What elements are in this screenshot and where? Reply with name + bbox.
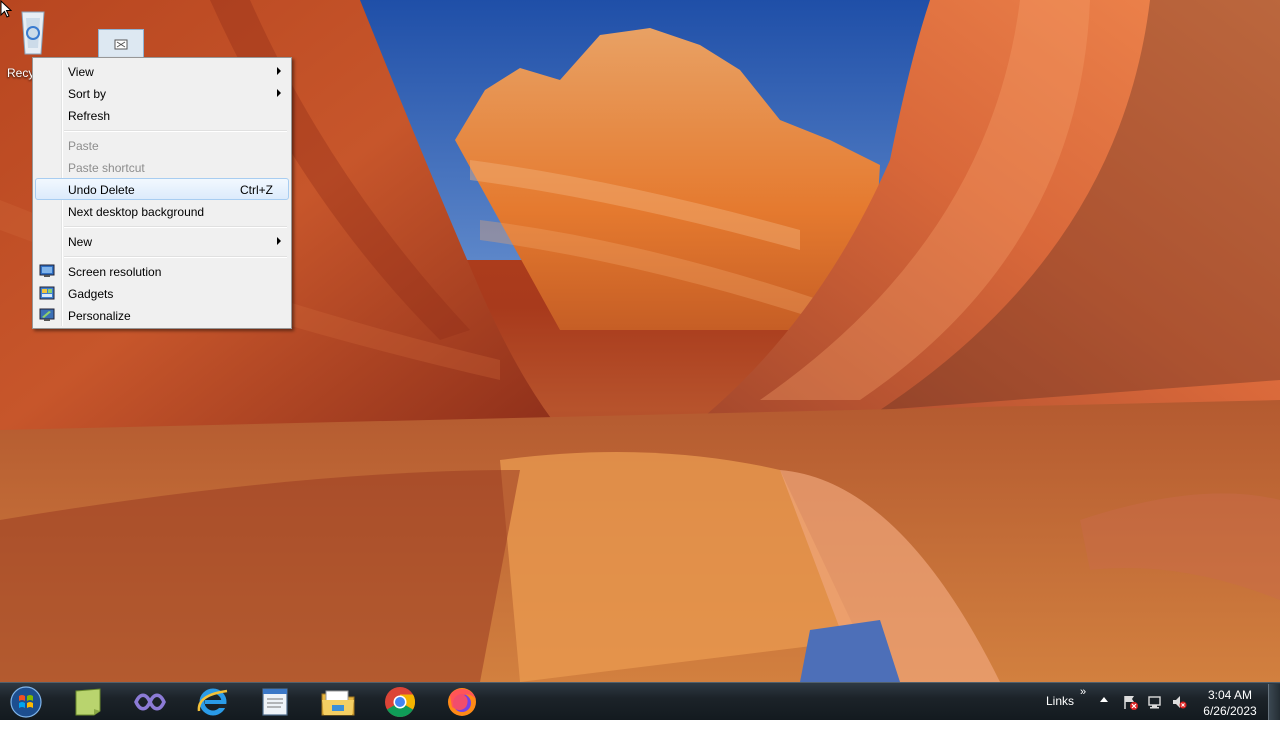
desktop-wallpaper[interactable]: Recycle Bin View Sort by Refresh Paste P… [0, 0, 1280, 682]
menu-item-label: Undo Delete [68, 183, 135, 197]
show-hidden-icons-icon[interactable] [1100, 697, 1108, 702]
menu-item-paste-shortcut: Paste shortcut [35, 156, 289, 178]
notepad-icon [262, 688, 288, 716]
menu-item-label: Sort by [68, 87, 107, 101]
submenu-arrow-icon [277, 89, 281, 97]
taskbar-chrome[interactable] [380, 685, 420, 719]
links-toolbar-label[interactable]: Links [1046, 694, 1074, 732]
menu-item-view[interactable]: View [35, 60, 289, 82]
menu-item-personalize[interactable]: Personalize [35, 304, 289, 326]
firefox-icon [448, 688, 476, 716]
taskbar-sticky-notes[interactable] [68, 685, 108, 719]
menu-item-label: New [68, 235, 93, 249]
taskbar-internet-explorer[interactable] [193, 685, 233, 719]
network-icon[interactable] [1147, 694, 1163, 710]
menu-item-gadgets[interactable]: Gadgets [35, 282, 289, 304]
file-explorer-icon [321, 690, 355, 716]
clock-time: 3:04 AM [1207, 688, 1253, 702]
personalize-icon [39, 308, 55, 321]
system-clock[interactable]: 3:04 AM 6/26/2023 [1196, 687, 1264, 719]
gadgets-icon [39, 286, 55, 300]
recycle-bin-icon [21, 11, 45, 55]
sticky-notes-icon [75, 688, 101, 716]
start-button[interactable] [8, 685, 44, 719]
menu-item-screen-resolution[interactable]: Screen resolution [35, 260, 289, 282]
menu-separator [64, 256, 287, 258]
menu-item-refresh[interactable]: Refresh [35, 104, 289, 126]
visual-studio-icon [134, 693, 166, 711]
menu-item-undo-delete[interactable]: Undo Delete Ctrl+Z [35, 178, 289, 200]
internet-explorer-icon [197, 688, 228, 716]
taskbar-notepad[interactable] [255, 685, 295, 719]
submenu-arrow-icon [277, 67, 281, 75]
taskbar-firefox[interactable] [442, 685, 482, 719]
menu-item-paste: Paste [35, 134, 289, 156]
menu-item-label: Screen resolution [68, 265, 162, 279]
menu-item-label: Paste [68, 139, 99, 153]
menu-item-shortcut: Ctrl+Z [240, 183, 273, 197]
desktop-file-icon[interactable] [98, 29, 144, 59]
taskbar-visual-studio[interactable] [130, 685, 170, 719]
menu-separator [64, 226, 287, 228]
volume-muted-icon[interactable] [1171, 694, 1187, 710]
menu-separator [64, 130, 287, 132]
taskbar-file-explorer[interactable] [318, 685, 358, 719]
menu-item-label: Next desktop background [68, 205, 205, 219]
menu-item-next-desktop-background[interactable]: Next desktop background [35, 200, 289, 222]
file-icon [114, 39, 128, 50]
menu-item-label: Gadgets [68, 287, 114, 301]
menu-item-label: Refresh [68, 109, 111, 123]
menu-item-label: Paste shortcut [68, 161, 145, 175]
show-desktop-button[interactable] [1268, 684, 1280, 720]
clock-date: 6/26/2023 [1203, 704, 1257, 718]
taskbar: Links » 3:04 AM 6/26/2023 [0, 682, 1280, 720]
windows-start-icon [10, 686, 42, 718]
chrome-icon [385, 687, 416, 718]
screen-resolution-icon [39, 264, 55, 277]
menu-item-new[interactable]: New [35, 230, 289, 252]
desktop-context-menu: View Sort by Refresh Paste Paste shortcu… [32, 57, 292, 329]
menu-item-sort-by[interactable]: Sort by [35, 82, 289, 104]
links-chevron-icon[interactable]: » [1080, 686, 1086, 698]
menu-item-label: View [68, 65, 94, 79]
menu-item-label: Personalize [68, 309, 131, 323]
mouse-cursor-icon [0, 0, 12, 18]
action-center-flag-icon[interactable] [1122, 694, 1138, 710]
submenu-arrow-icon [277, 237, 281, 245]
